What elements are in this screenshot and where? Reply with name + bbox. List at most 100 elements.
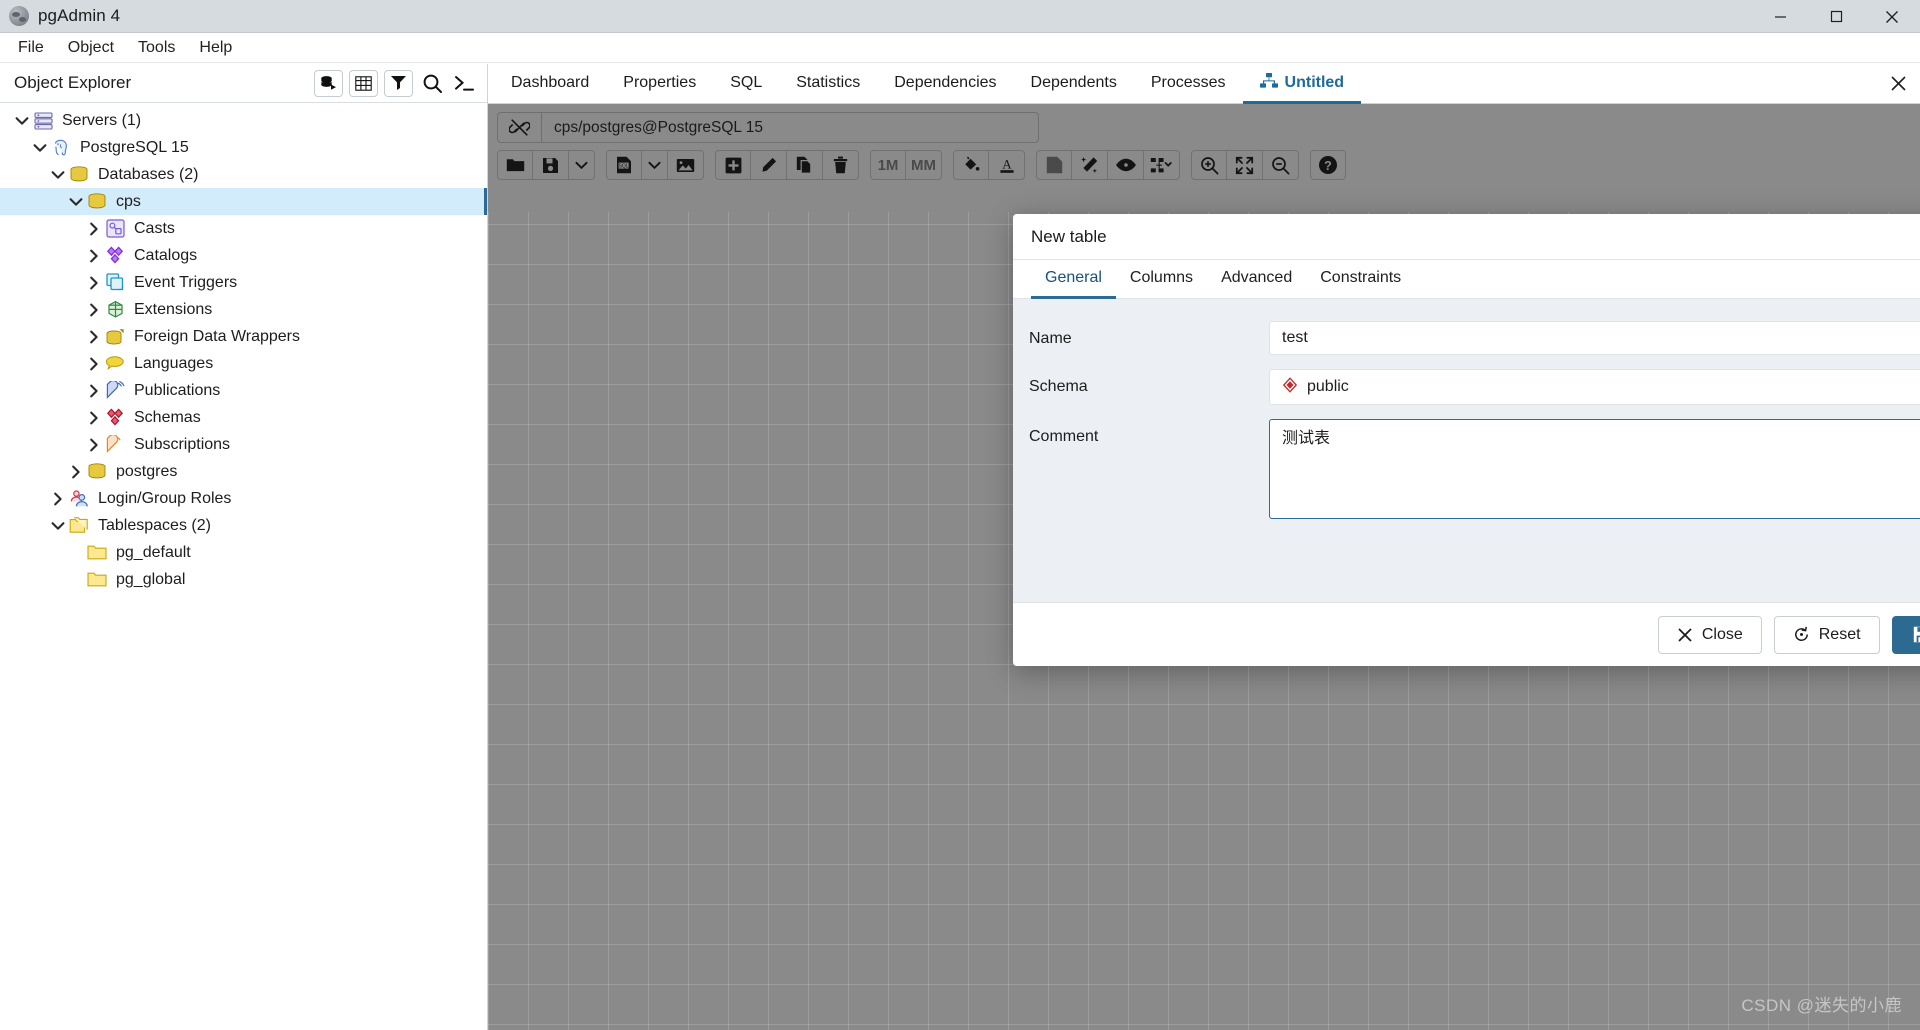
delete-trash-icon-button[interactable] [823,150,859,180]
tab-dashboard[interactable]: Dashboard [494,64,606,104]
export-image-icon-button[interactable] [668,150,704,180]
menu-help[interactable]: Help [189,36,242,60]
save-icon-button[interactable] [533,150,569,180]
show-details-eye-icon-button[interactable] [1108,150,1144,180]
note-icon-button[interactable] [1036,150,1072,180]
tree-item-login-group-roles[interactable]: Login/Group Roles [0,485,487,512]
menu-file[interactable]: File [8,36,54,60]
add-table-icon-button[interactable] [715,150,751,180]
tree-item-languages[interactable]: Languages [0,350,487,377]
tree-item-label: Schemas [134,408,201,426]
tree-item-postgres[interactable]: postgres [0,458,487,485]
reset-button[interactable]: Reset [1773,615,1880,654]
minimize-button[interactable] [1752,0,1808,33]
tree-item-tablespaces-2[interactable]: Tablespaces (2) [0,512,487,539]
chevron-right-icon[interactable] [84,246,104,266]
tree-item-subscriptions[interactable]: Subscriptions [0,431,487,458]
many-to-many-button[interactable]: MM [906,150,942,180]
chevron-right-icon[interactable] [84,300,104,320]
menu-tools[interactable]: Tools [128,36,185,60]
terminal-icon-button[interactable] [451,69,477,97]
form-row-schema: Schema public [1029,369,1920,405]
chevron-down-icon[interactable] [48,516,68,536]
grid-icon-button[interactable] [349,69,378,97]
fill-color-icon-button[interactable] [953,150,989,180]
chevron-right-icon[interactable] [84,381,104,401]
filter-icon-button[interactable] [384,69,413,97]
save-dropdown-chevron-down-icon[interactable] [569,150,595,180]
zoom-fit-icon-button[interactable] [1227,150,1263,180]
tab-untitled-erd[interactable]: Untitled [1242,64,1362,104]
tree-item-foreign-data-wrappers[interactable]: Foreign Data Wrappers [0,323,487,350]
text-color-icon-button[interactable]: A [989,150,1025,180]
help-icon-button[interactable]: ? [1310,150,1346,180]
edit-pencil-icon-button[interactable] [751,150,787,180]
close-tab-button[interactable] [1876,64,1920,103]
tab-properties[interactable]: Properties [606,64,713,104]
tree-item-publications[interactable]: Publications [0,377,487,404]
schema-diamond-icon [1282,376,1298,398]
object-tree[interactable]: Servers (1) PostgreSQL 15 Databases (2) cps… [0,103,487,593]
close-x-icon [1677,627,1693,643]
chevron-right-icon[interactable] [66,462,86,482]
zoom-out-icon-button[interactable] [1263,150,1299,180]
chevron-down-icon[interactable] [48,165,68,185]
chevron-right-icon[interactable] [84,354,104,374]
maximize-button[interactable] [1808,0,1864,33]
tree-item-event-triggers[interactable]: Event Triggers [0,269,487,296]
search-icon-button[interactable] [419,69,445,97]
comment-textarea[interactable] [1269,419,1920,519]
dialog-tab-advanced[interactable]: Advanced [1207,260,1306,299]
schema-select[interactable]: public [1269,369,1920,405]
tab-statistics[interactable]: Statistics [779,64,877,104]
chevron-right-icon[interactable] [48,489,68,509]
dialog-title: New table [1031,226,1107,246]
dialog-tab-columns[interactable]: Columns [1116,260,1207,299]
save-button[interactable]: Save [1891,615,1920,654]
svg-text:SQL: SQL [619,164,629,170]
clone-icon-button[interactable] [787,150,823,180]
roles-icon [68,489,90,509]
close-window-button[interactable] [1864,0,1920,33]
tab-dependents[interactable]: Dependents [1014,64,1134,104]
dialog-tab-constraints[interactable]: Constraints [1306,260,1415,299]
many-to-many-label: MM [911,156,936,174]
chevron-down-icon[interactable] [12,111,32,131]
tree-item-postgresql-15[interactable]: PostgreSQL 15 [0,134,487,161]
tree-item-servers-1[interactable]: Servers (1) [0,107,487,134]
tab-processes[interactable]: Processes [1134,64,1243,104]
tree-item-schemas[interactable]: Schemas [0,404,487,431]
zoom-in-icon-button[interactable] [1191,150,1227,180]
tree-item-databases-2[interactable]: Databases (2) [0,161,487,188]
dialog-tab-general[interactable]: General [1031,260,1116,299]
tree-item-pg-global[interactable]: pg_global [0,566,487,593]
tab-dependencies[interactable]: Dependencies [877,64,1013,104]
tab-sql[interactable]: SQL [713,64,779,104]
auto-align-icon-button[interactable] [1072,150,1108,180]
object-with-arrow-icon-button[interactable] [314,69,343,97]
layout-graph-icon-button[interactable] [1144,150,1180,180]
tree-item-catalogs[interactable]: Catalogs [0,242,487,269]
tree-item-label: Tablespaces (2) [98,516,211,534]
tab-label: Dashboard [511,73,590,91]
tree-item-casts[interactable]: Casts [0,215,487,242]
connection-bar[interactable]: cps/postgres@PostgreSQL 15 [497,112,1039,143]
tree-item-pg-default[interactable]: pg_default [0,539,487,566]
erd-toolbar-group-help: ? [1310,150,1346,180]
chevron-right-icon[interactable] [84,435,104,455]
close-button[interactable]: Close [1657,615,1762,654]
tree-item-extensions[interactable]: Extensions [0,296,487,323]
open-file-icon-button[interactable] [497,150,533,180]
menu-object[interactable]: Object [58,36,124,60]
one-to-many-button[interactable]: 1M [870,150,906,180]
chevron-down-icon[interactable] [30,138,50,158]
chevron-down-icon[interactable] [66,192,86,212]
export-sql-icon-button[interactable]: SQL [606,150,642,180]
chevron-right-icon[interactable] [84,219,104,239]
export-dropdown-chevron-down-icon[interactable] [642,150,668,180]
chevron-right-icon[interactable] [84,327,104,347]
name-input[interactable] [1269,321,1920,355]
chevron-right-icon[interactable] [84,273,104,293]
chevron-right-icon[interactable] [84,408,104,428]
tree-item-cps[interactable]: cps [0,188,487,215]
